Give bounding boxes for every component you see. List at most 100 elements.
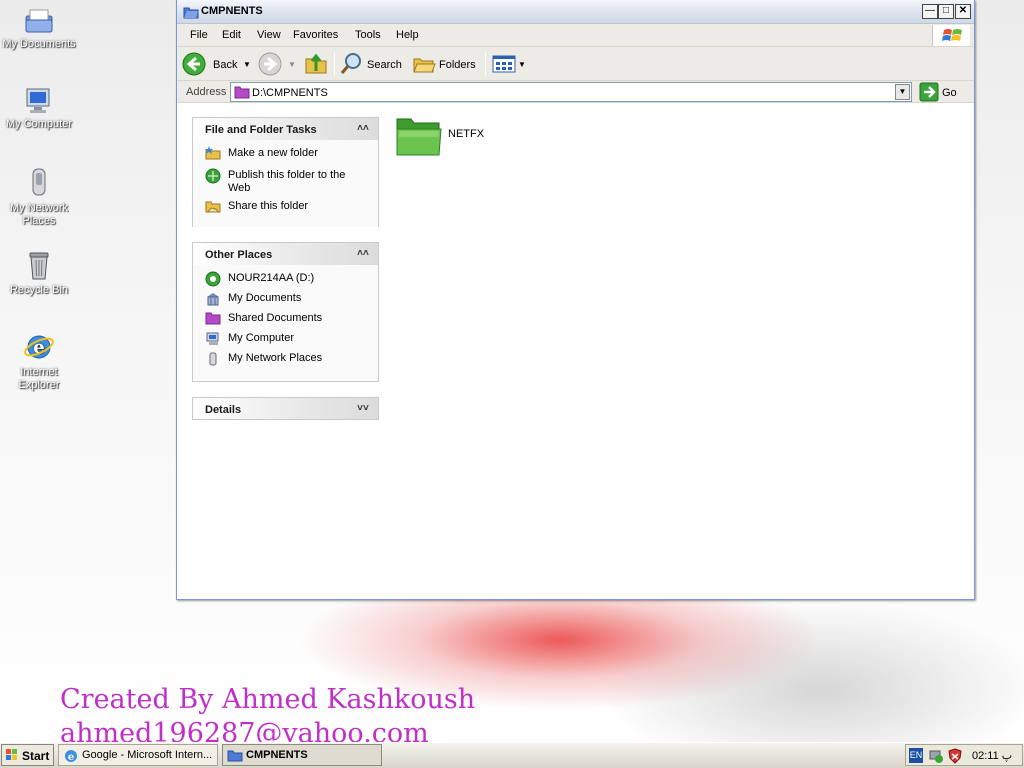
back-label: Back xyxy=(213,59,238,71)
credit-title: Created By Ahmed Kashkoush xyxy=(60,684,476,715)
content-area: File and Folder Tasks ˄˄ Make a new fold… xyxy=(177,103,974,599)
chevron-down-icon[interactable]: ▼ xyxy=(243,60,251,69)
folder-icon xyxy=(396,118,442,156)
toolbar: Back ▼ ▼ Search Folders ▼ xyxy=(177,47,974,81)
desktop-icon-my-computer[interactable]: My Computer xyxy=(0,86,78,131)
folder-icon xyxy=(183,7,199,19)
place-my-documents[interactable]: My Documents xyxy=(205,291,370,311)
search-label: Search xyxy=(367,59,402,71)
windows-logo xyxy=(932,25,970,46)
go-button[interactable]: Go xyxy=(919,82,971,102)
address-label: Address xyxy=(186,86,227,98)
windows-flag-icon xyxy=(6,749,17,760)
pane-header[interactable]: File and Folder Tasks ˄˄ xyxy=(193,117,378,140)
up-folder-button[interactable] xyxy=(303,51,329,77)
go-label: Go xyxy=(942,87,957,99)
desktop-icon-my-network-places[interactable]: My Network Places xyxy=(0,166,78,228)
place-label: Shared Documents xyxy=(228,312,323,324)
place-label: NOUR214AA (D:) xyxy=(228,272,315,284)
collapse-chevron-icon[interactable]: ˄˄ xyxy=(356,247,370,261)
place-drive-d[interactable]: NOUR214AA (D:) xyxy=(205,271,370,291)
menu-help[interactable]: Help xyxy=(396,29,419,41)
place-my-network-places[interactable]: My Network Places xyxy=(205,351,370,371)
pane-title: File and Folder Tasks xyxy=(205,124,317,136)
task-make-new-folder[interactable]: Make a new folder xyxy=(205,146,370,166)
pane-header[interactable]: Other Places ˄˄ xyxy=(193,242,378,265)
network-status-icon[interactable] xyxy=(928,748,944,764)
address-dropdown-button[interactable]: ▼ xyxy=(895,84,910,100)
views-button[interactable]: ▼ xyxy=(491,51,527,77)
toolbar-separator xyxy=(485,52,486,76)
menu-favorites[interactable]: Favorites xyxy=(293,29,338,41)
pane-header[interactable]: Details ˅˅ xyxy=(192,397,379,420)
back-arrow-icon xyxy=(182,52,206,76)
menu-edit[interactable]: Edit xyxy=(222,29,241,41)
task-label: Publish this folder to the Web xyxy=(228,169,346,194)
pane-title: Details xyxy=(205,404,242,416)
place-my-computer[interactable]: My Computer xyxy=(205,331,370,351)
search-button[interactable]: Search xyxy=(339,51,405,77)
chevron-down-icon[interactable]: ▼ xyxy=(288,60,296,69)
desktop-icon-label: Recycle Bin xyxy=(9,284,69,296)
title-bar[interactable]: CMPNENTS — □ ✕ xyxy=(177,0,974,24)
desktop-icon-label: Internet Explorer xyxy=(18,366,60,391)
back-button[interactable]: Back ▼ xyxy=(181,51,253,77)
start-button[interactable]: Start xyxy=(1,744,54,766)
menu-file[interactable]: File xyxy=(190,29,208,41)
minimize-button[interactable]: — xyxy=(922,4,938,19)
expand-chevron-icon[interactable]: ˅˅ xyxy=(356,402,370,416)
desktop-icon-label: My Network Places xyxy=(9,202,69,227)
forward-arrow-icon xyxy=(258,52,282,76)
task-label: Share this folder xyxy=(228,200,309,212)
publish-web-icon xyxy=(205,168,221,184)
svg-text:e: e xyxy=(68,752,74,763)
address-bar: Address D:\CMPNENTS ▼ Go xyxy=(177,81,974,103)
internet-explorer-icon: e xyxy=(65,750,77,763)
toolbar-separator xyxy=(334,52,335,76)
menu-view[interactable]: View xyxy=(257,29,281,41)
system-tray: EN 02:11 پ xyxy=(905,744,1023,766)
place-shared-documents[interactable]: Shared Documents xyxy=(205,311,370,331)
folder-icon xyxy=(234,86,250,99)
close-button[interactable]: ✕ xyxy=(955,4,971,19)
chevron-down-icon[interactable]: ▼ xyxy=(518,60,526,69)
forward-button[interactable]: ▼ xyxy=(257,51,297,77)
place-label: My Documents xyxy=(228,292,302,304)
maximize-button[interactable]: □ xyxy=(938,4,954,19)
file-name: NETFX xyxy=(448,128,485,140)
address-value: D:\CMPNENTS xyxy=(252,87,328,99)
taskbar-item-cmpnents[interactable]: CMPNENTS xyxy=(222,744,382,766)
file-item-netfx[interactable]: NETFX xyxy=(395,113,495,163)
my-computer-icon xyxy=(206,332,219,345)
taskbar-item-internet-explorer[interactable]: e Google - Microsoft Intern... xyxy=(58,744,218,766)
windows-flag-icon xyxy=(942,29,962,41)
folders-button[interactable]: Folders xyxy=(411,51,481,77)
desktop-icon-label: My Computer xyxy=(5,118,73,130)
security-shield-icon[interactable] xyxy=(947,748,963,764)
go-arrow-icon xyxy=(919,82,939,102)
up-folder-icon xyxy=(305,53,327,74)
place-label: My Network Places xyxy=(228,352,323,364)
task-share-folder[interactable]: Share this folder xyxy=(205,199,370,219)
file-folder-tasks-pane: File and Folder Tasks ˄˄ Make a new fold… xyxy=(192,117,379,227)
search-icon xyxy=(340,53,361,74)
my-documents-icon xyxy=(25,9,53,33)
task-publish-to-web[interactable]: Publish this folder to the Web xyxy=(205,168,370,195)
pane-title: Other Places xyxy=(205,249,273,261)
taskbar-item-label: CMPNENTS xyxy=(246,749,308,761)
collapse-chevron-icon[interactable]: ˄˄ xyxy=(356,122,370,136)
desktop-icon-my-documents[interactable]: My Documents xyxy=(0,6,78,51)
address-input[interactable]: D:\CMPNENTS ▼ xyxy=(230,82,912,102)
explorer-window: CMPNENTS — □ ✕ File Edit View Favorites … xyxy=(176,0,975,600)
language-indicator[interactable]: EN xyxy=(909,748,923,763)
desktop-icon-internet-explorer[interactable]: e Internet Explorer xyxy=(0,330,78,392)
share-folder-icon xyxy=(205,201,221,213)
details-pane: Details ˅˅ xyxy=(192,397,379,421)
start-label: Start xyxy=(22,749,50,763)
network-places-icon xyxy=(209,352,217,366)
folders-icon xyxy=(413,58,436,73)
desktop-icon-recycle-bin[interactable]: Recycle Bin xyxy=(0,248,78,297)
menu-tools[interactable]: Tools xyxy=(355,29,381,41)
task-label: Make a new folder xyxy=(228,147,318,159)
clock[interactable]: 02:11 پ xyxy=(972,749,1012,762)
